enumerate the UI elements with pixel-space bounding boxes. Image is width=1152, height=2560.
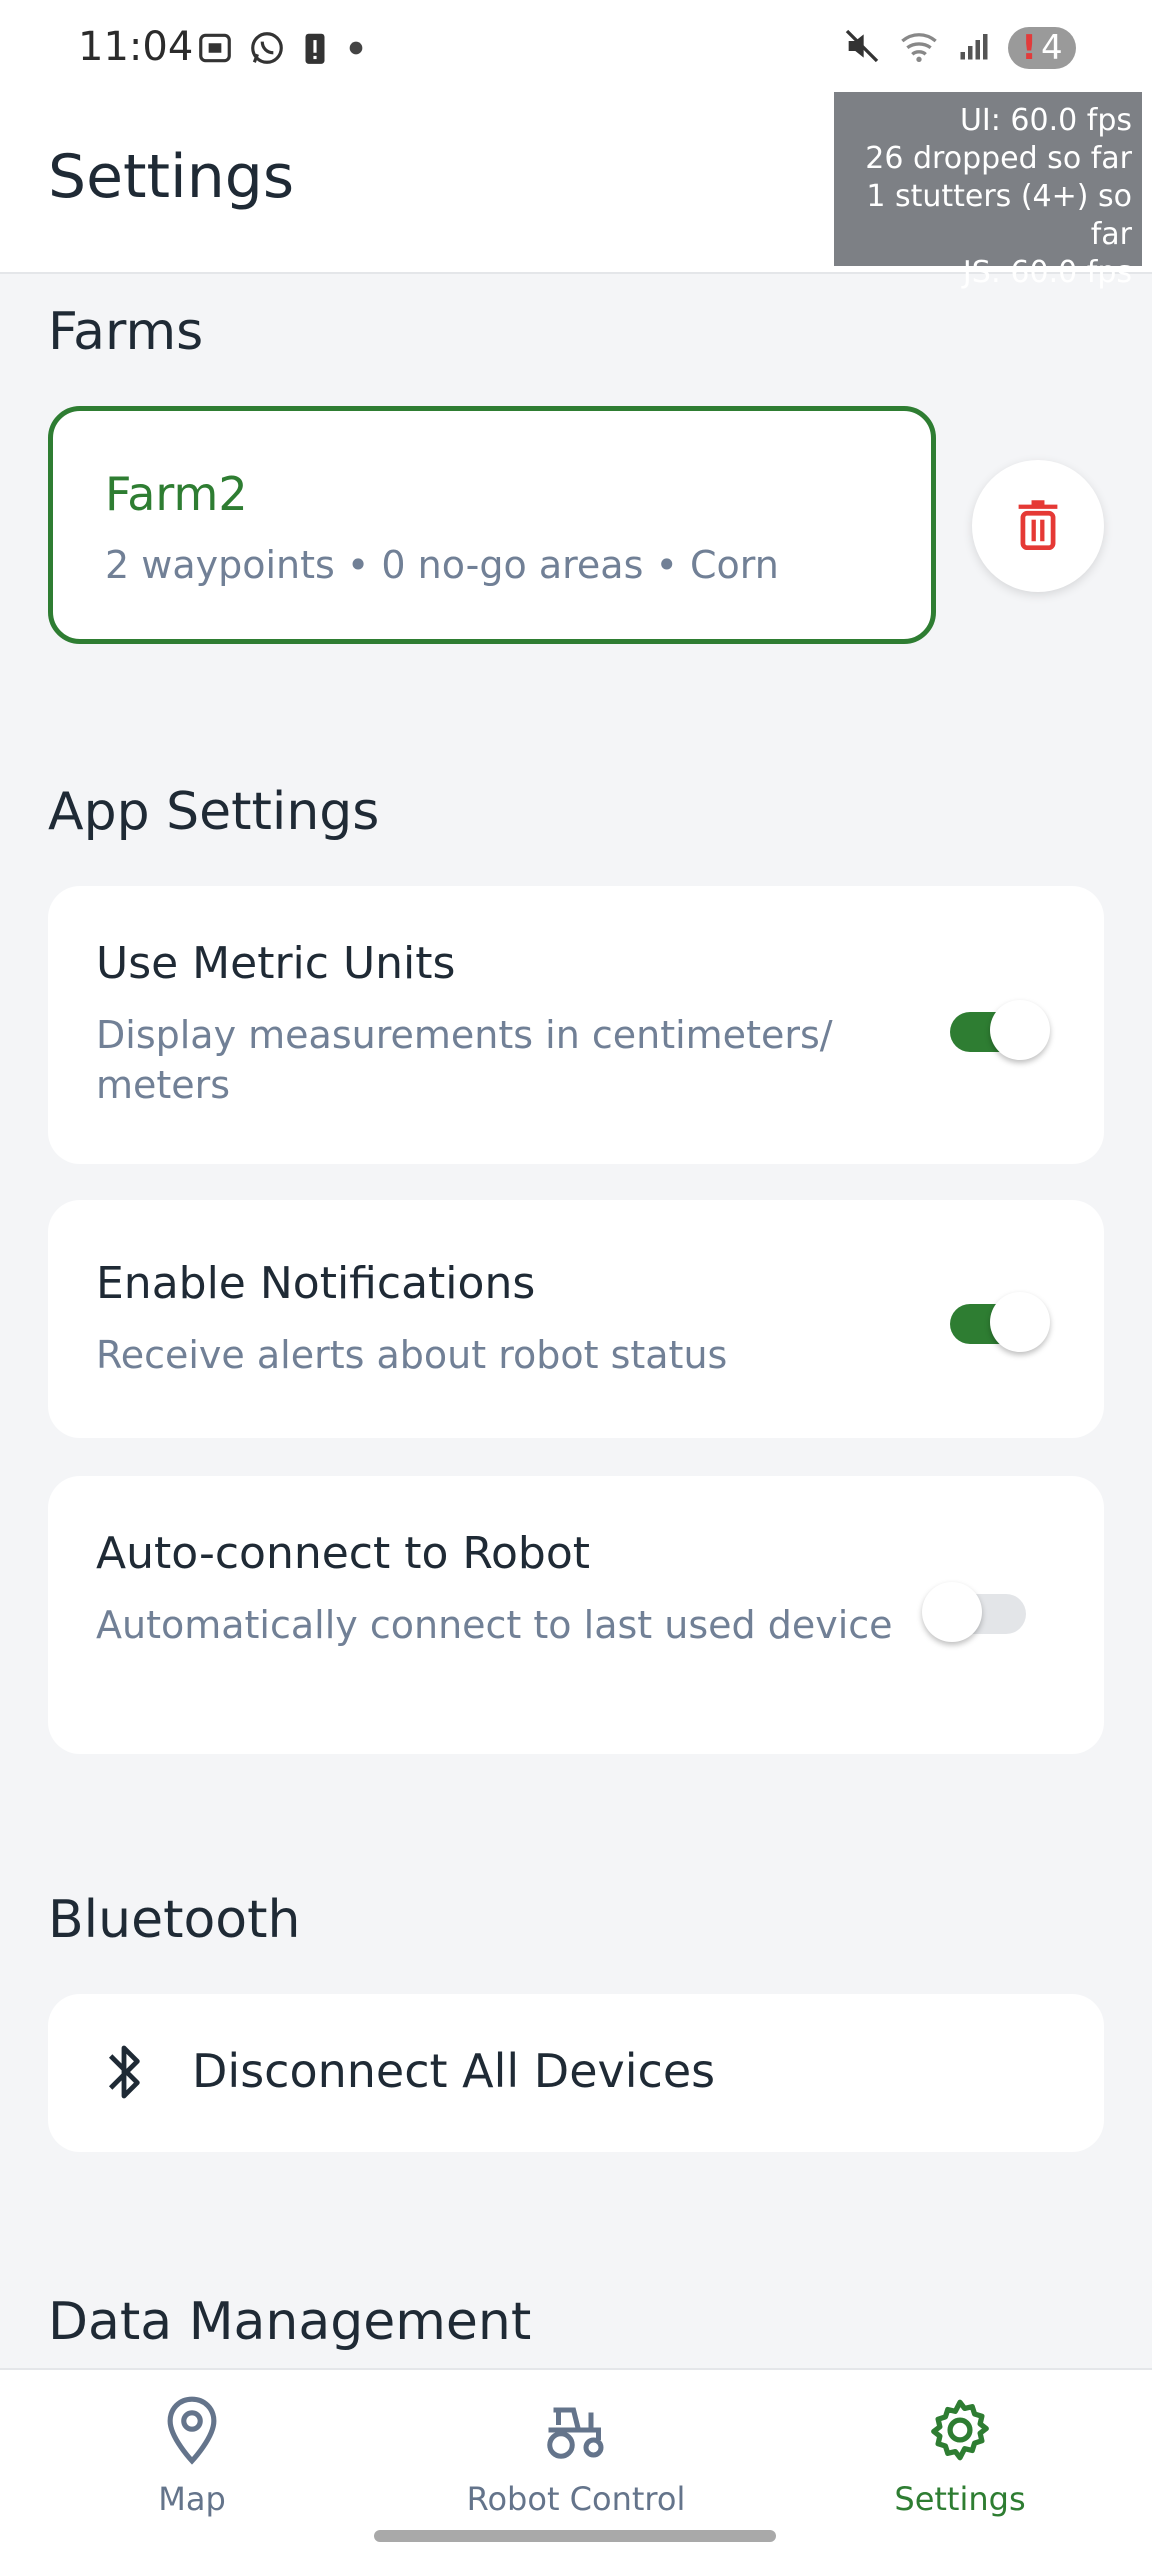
wifi-icon: [898, 26, 940, 70]
farms-section-title: Farms: [48, 302, 204, 362]
metric-units-toggle[interactable]: [950, 998, 1050, 1060]
signal-icon: [956, 26, 992, 70]
nav-label-robot-control: Robot Control: [466, 2480, 686, 2518]
status-right-icons: ! 4: [842, 26, 1076, 70]
perf-stutters: 1 stutters (4+) so far: [866, 179, 1132, 252]
status-left-icons: [196, 30, 368, 70]
farm-card[interactable]: Farm2 2 waypoints • 0 no-go areas • Corn: [48, 406, 936, 644]
perf-overlay: UI: 60.0 fps 26 dropped so far 1 stutter…: [834, 92, 1142, 290]
app-settings-section-title: App Settings: [48, 782, 380, 842]
mute-icon: [842, 26, 882, 70]
toggle-thumb: [990, 1292, 1050, 1352]
data-management-section-title: Data Management: [48, 2292, 532, 2352]
notifications-toggle[interactable]: [950, 1290, 1050, 1352]
setting-metric-units-card: Use Metric Units Display measurements in…: [48, 886, 1104, 1164]
map-pin-icon: [161, 2396, 223, 2470]
nav-item-robot-control[interactable]: Robot Control: [426, 2394, 726, 2518]
disconnect-all-devices-button[interactable]: Disconnect All Devices: [48, 1994, 1104, 2152]
bluetooth-section-title: Bluetooth: [48, 1890, 301, 1950]
dot-icon: [344, 29, 368, 71]
perf-dropped: 26 dropped so far: [865, 141, 1132, 176]
setting-auto-connect-card: Auto-connect to Robot Automatically conn…: [48, 1476, 1104, 1754]
setting-title: Auto-connect to Robot: [96, 1528, 591, 1579]
setting-description: Automatically connect to last used devic…: [96, 1603, 893, 1647]
home-indicator[interactable]: [374, 2530, 776, 2542]
disconnect-all-label: Disconnect All Devices: [192, 2044, 716, 2098]
setting-notifications-card: Enable Notifications Receive alerts abou…: [48, 1200, 1104, 1438]
whatsapp-icon: [248, 29, 286, 71]
auto-connect-toggle[interactable]: [922, 1580, 1044, 1642]
perf-ui-fps: UI: 60.0 fps: [959, 103, 1132, 138]
page-title: Settings: [48, 142, 295, 212]
delete-farm-button[interactable]: [972, 460, 1104, 592]
screenshot-icon: [196, 29, 234, 71]
screen: 11:04 ! 4 Settings UI: 60.0 fps 26 dropp…: [0, 0, 1152, 2560]
nav-item-settings[interactable]: Settings: [810, 2394, 1110, 2518]
battery-alert-icon: [300, 29, 330, 71]
notification-count-badge: ! 4: [1008, 27, 1076, 69]
setting-description: Display measurements in centimeters/ met…: [96, 1013, 833, 1107]
tractor-icon: [541, 2407, 611, 2470]
trash-icon: [1012, 496, 1064, 556]
perf-js-fps: JS: 60.0 fps: [962, 255, 1132, 290]
farm-meta: 2 waypoints • 0 no-go areas • Corn: [105, 543, 779, 587]
setting-description: Receive alerts about robot status: [96, 1333, 728, 1377]
nav-label-settings: Settings: [894, 2480, 1026, 2518]
nav-item-map[interactable]: Map: [42, 2394, 342, 2518]
farm-name: Farm2: [105, 467, 248, 521]
gear-icon: [925, 2399, 995, 2470]
toggle-thumb: [990, 1000, 1050, 1060]
notification-alert-mark: !: [1021, 28, 1037, 68]
setting-title: Use Metric Units: [96, 938, 456, 989]
notification-count: 4: [1040, 28, 1063, 68]
setting-title: Enable Notifications: [96, 1258, 536, 1309]
toggle-thumb: [922, 1582, 982, 1642]
status-time: 11:04: [78, 24, 194, 70]
bluetooth-icon: [102, 2040, 146, 2108]
nav-label-map: Map: [158, 2480, 226, 2518]
status-bar: 11:04 ! 4: [0, 0, 1152, 96]
